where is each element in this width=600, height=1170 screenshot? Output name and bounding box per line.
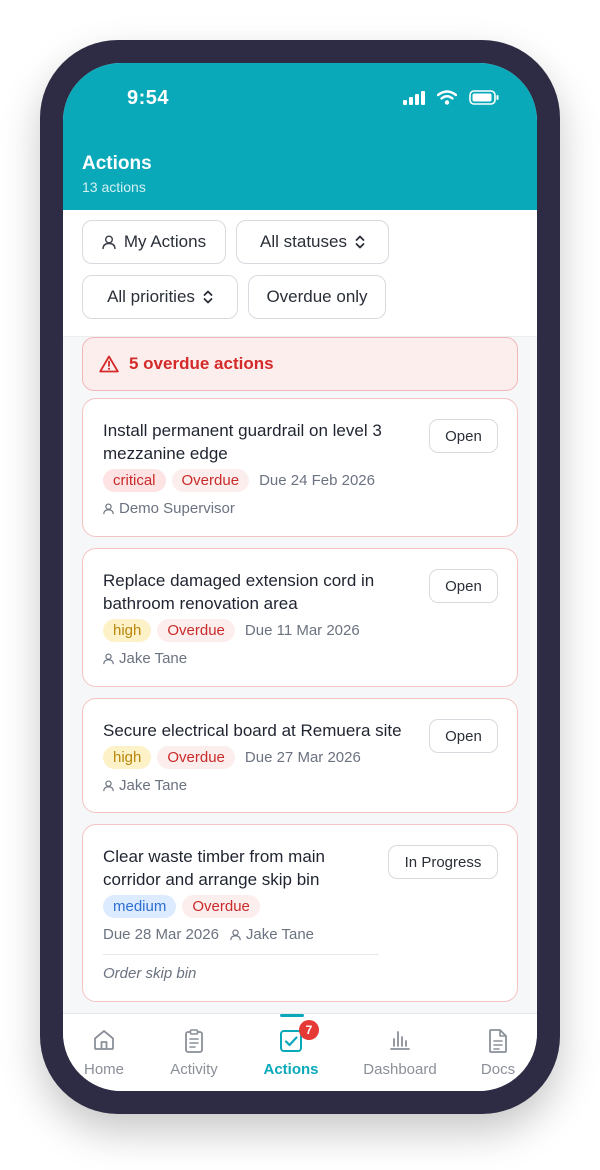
priority-select-label: All priorities <box>107 287 195 306</box>
due-date: Due 27 Mar 2026 <box>244 749 361 766</box>
bottom-tab-bar: Home Activity 7 Actions Dashboard Docs <box>63 1013 537 1091</box>
chevron-up-down-icon <box>355 235 365 249</box>
battery-icon <box>469 90 499 105</box>
overdue-only-toggle[interactable]: Overdue only <box>248 275 386 319</box>
overdue-badge: Overdue <box>157 746 235 769</box>
document-icon <box>489 1029 507 1053</box>
action-badges: high Overdue Due 11 Mar 2026 <box>103 619 360 642</box>
action-note: Order skip bin <box>103 965 197 982</box>
overdue-badge: Overdue <box>171 469 250 492</box>
overdue-banner: 5 overdue actions <box>82 337 518 391</box>
status-select-label: All statuses <box>260 232 347 251</box>
action-badges: high Overdue Due 27 Mar 2026 <box>103 746 361 769</box>
action-badges: medium Overdue <box>103 895 260 918</box>
priority-select[interactable]: All priorities <box>82 275 238 319</box>
action-status-button[interactable]: Open <box>429 719 498 753</box>
status-icons <box>403 90 499 105</box>
action-card[interactable]: Clear waste timber from main corridor an… <box>82 824 518 1002</box>
user-icon <box>103 502 114 514</box>
due-date: Due 11 Mar 2026 <box>244 622 360 639</box>
page-title: Actions <box>82 153 152 174</box>
status-time: 9:54 <box>127 87 170 109</box>
priority-badge: high <box>103 746 152 769</box>
tab-label: Docs <box>480 1061 516 1078</box>
user-icon <box>102 235 116 249</box>
priority-badge: critical <box>103 469 166 492</box>
tab-dashboard[interactable]: Dashboard <box>353 1014 447 1091</box>
priority-badge: medium <box>103 895 177 918</box>
overdue-badge: Overdue <box>157 619 235 642</box>
wifi-icon <box>437 90 457 105</box>
user-icon <box>230 928 241 940</box>
action-title: Secure electrical board at Remuera site <box>103 721 402 740</box>
due-date: Due 24 Feb 2026 <box>259 472 375 489</box>
assignee-name: Jake Tane <box>245 926 315 943</box>
user-icon <box>103 779 114 791</box>
action-count: 13 actions <box>82 179 146 195</box>
action-card[interactable]: Install permanent guardrail on level 3 m… <box>82 398 518 537</box>
tab-home[interactable]: Home <box>63 1014 149 1091</box>
clipboard-icon <box>185 1029 203 1053</box>
assignee: Demo Supervisor <box>103 500 235 517</box>
action-badges: critical Overdue Due 24 Feb 2026 <box>103 469 375 492</box>
overdue-badge: Overdue <box>182 895 260 918</box>
action-card[interactable]: Replace damaged extension cord in bathro… <box>82 548 518 687</box>
action-title: Install permanent guardrail on level 3 m… <box>103 421 382 463</box>
action-title: Replace damaged extension cord in bathro… <box>103 571 375 613</box>
priority-badge: high <box>103 619 152 642</box>
overdue-banner-text: 5 overdue actions <box>129 354 274 373</box>
tab-label: Activity <box>170 1061 218 1078</box>
tab-docs[interactable]: Docs <box>453 1014 537 1091</box>
status-select[interactable]: All statuses <box>236 220 389 264</box>
action-card[interactable]: Secure electrical board at Remuera site … <box>82 698 518 813</box>
due-date: Due 28 Mar 2026 <box>103 926 219 943</box>
app-header: 9:54 Actions 13 actions <box>63 63 537 210</box>
tab-actions[interactable]: 7 Actions <box>246 1014 336 1091</box>
due-and-assignee: Due 28 Mar 2026 Jake Tane <box>103 926 314 943</box>
action-title: Clear waste timber from main corridor an… <box>103 847 326 889</box>
assignee-name: Jake Tane <box>119 650 188 667</box>
bar-chart-icon <box>390 1031 410 1050</box>
tab-activity[interactable]: Activity <box>149 1014 239 1091</box>
signal-icon <box>403 90 425 105</box>
tab-label: Actions <box>263 1061 319 1078</box>
action-status-button[interactable]: Open <box>429 569 498 603</box>
assignee: Jake Tane <box>103 777 187 794</box>
tab-label: Home <box>83 1061 124 1078</box>
filter-bar: My Actions All statuses All priorities O… <box>63 210 537 337</box>
app-screen: 9:54 Actions 13 actions My Actions All s… <box>63 63 537 1091</box>
actions-count-badge: 7 <box>299 1020 319 1040</box>
user-icon <box>103 652 114 664</box>
active-tab-indicator <box>280 1014 304 1017</box>
action-status-button[interactable]: In Progress <box>388 845 498 879</box>
assignee-name: Jake Tane <box>119 777 188 794</box>
my-actions-label: My Actions <box>123 232 207 251</box>
chevron-up-down-icon <box>203 290 213 304</box>
warning-icon <box>99 355 119 373</box>
my-actions-filter[interactable]: My Actions <box>82 220 226 264</box>
action-status-button[interactable]: Open <box>429 419 498 453</box>
note-divider <box>103 954 379 955</box>
overdue-only-label: Overdue only <box>266 287 368 306</box>
tab-label: Dashboard <box>363 1061 437 1078</box>
assignee-name: Demo Supervisor <box>119 500 235 517</box>
home-icon <box>94 1030 114 1050</box>
assignee: Jake Tane <box>103 650 187 667</box>
